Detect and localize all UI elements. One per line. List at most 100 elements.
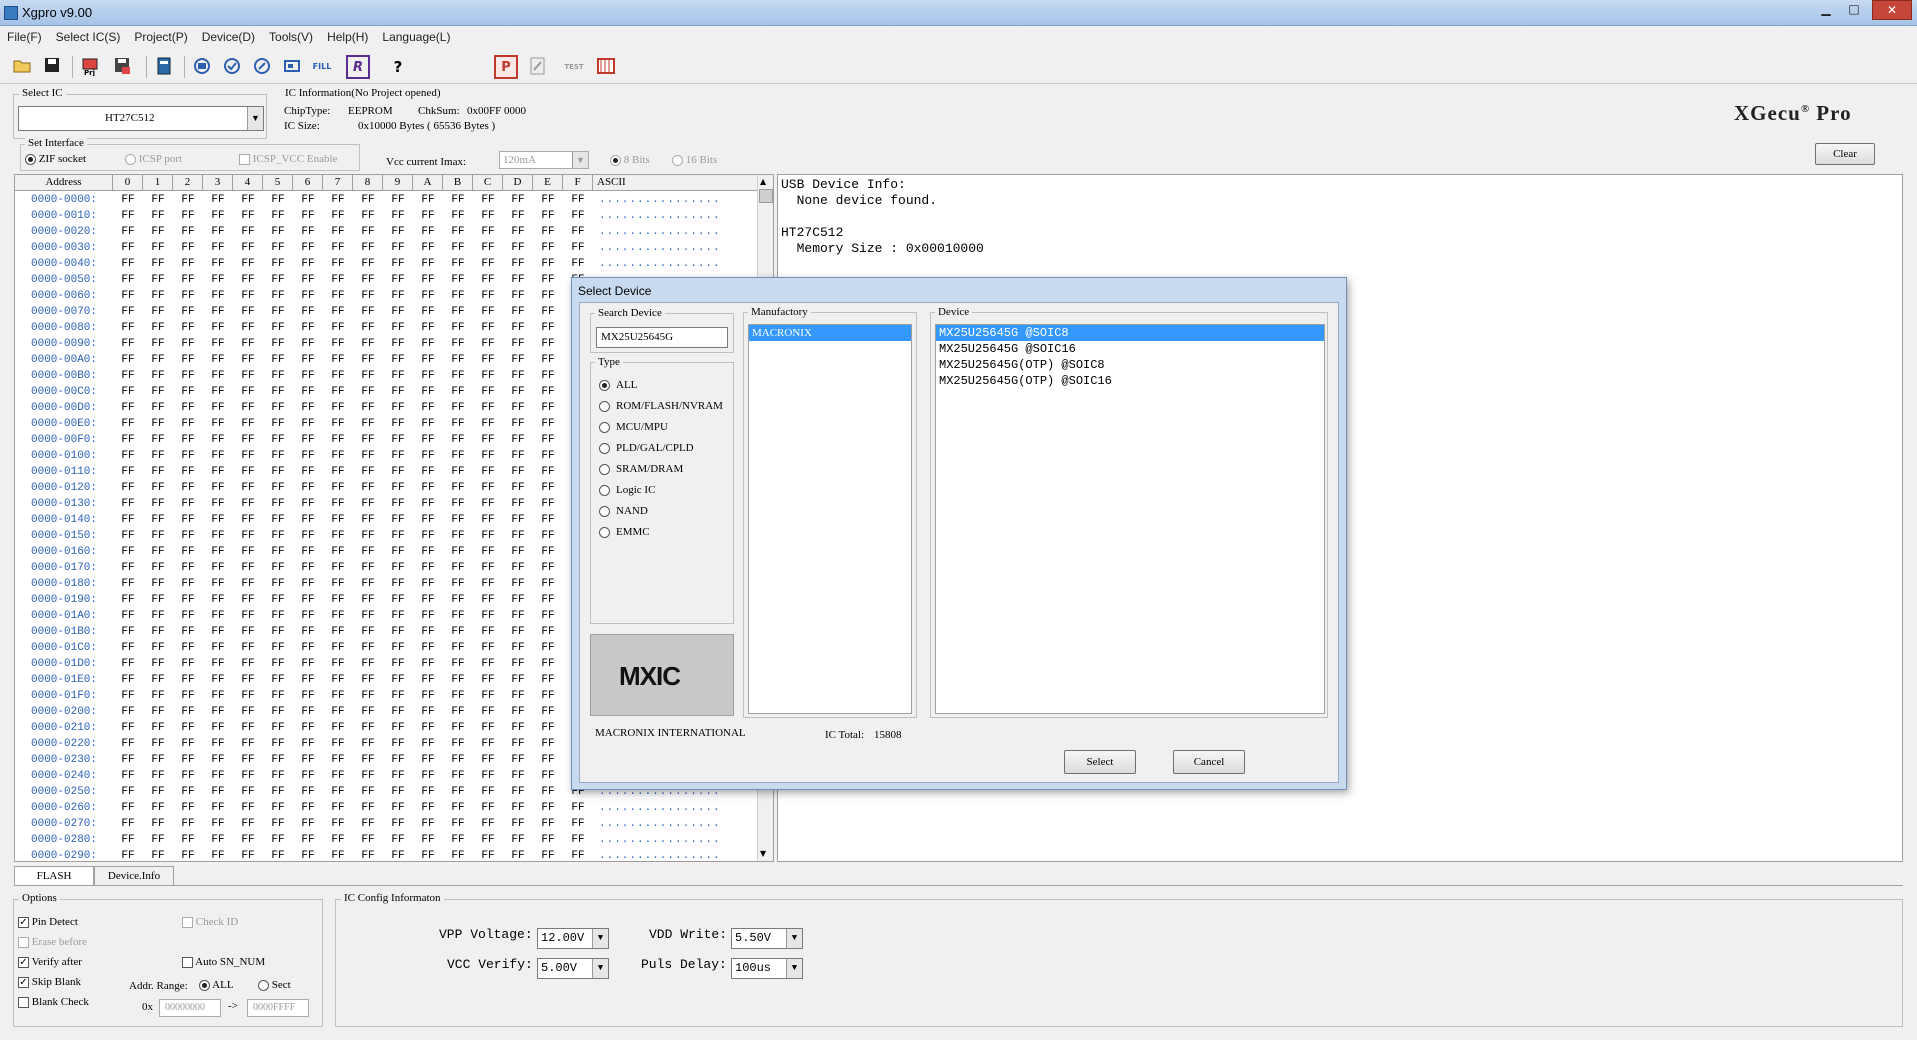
device-item[interactable]: MX25U25645G @SOIC16 xyxy=(936,341,1324,357)
hex-byte: FF xyxy=(121,402,135,414)
hex-byte: FF xyxy=(511,642,525,654)
help-icon[interactable]: ? xyxy=(386,55,410,79)
type-option-rom-flash[interactable]: ROM/FLASH/NVRAM xyxy=(599,400,723,412)
save-icon[interactable] xyxy=(40,55,64,79)
manufactory-list[interactable]: MACRONIX xyxy=(748,324,912,714)
type-option-sram[interactable]: SRAM/DRAM xyxy=(599,463,683,475)
minimize-button[interactable]: ▁ xyxy=(1813,0,1839,20)
chevron-down-icon[interactable]: ▼ xyxy=(592,959,608,978)
hex-byte: FF xyxy=(421,306,435,318)
menu-file[interactable]: File(F) xyxy=(0,27,49,47)
hex-byte: FF xyxy=(511,418,525,430)
hex-byte: FF xyxy=(511,722,525,734)
r-icon[interactable]: R xyxy=(346,55,370,79)
range-all-option[interactable]: ALL xyxy=(199,979,234,991)
scroll-thumb[interactable] xyxy=(759,189,773,203)
hex-byte: FF xyxy=(151,818,165,830)
vcc-verify-select[interactable]: 5.00V ▼ xyxy=(537,958,609,979)
type-option-emmc[interactable]: EMMC xyxy=(599,526,650,538)
chevron-down-icon[interactable]: ▼ xyxy=(247,107,263,130)
vdd-write-select[interactable]: 5.50V ▼ xyxy=(731,928,803,949)
manufactory-item[interactable]: MACRONIX xyxy=(749,325,911,341)
bits16-option[interactable]: 16 Bits xyxy=(672,154,717,166)
hex-byte: FF xyxy=(331,370,345,382)
edit-icon[interactable] xyxy=(526,55,550,79)
menu-tools[interactable]: Tools(V) xyxy=(262,27,320,47)
range-to-input[interactable]: 0000FFFF xyxy=(247,999,309,1017)
module-icon[interactable] xyxy=(594,55,618,79)
fill-icon[interactable]: FILL xyxy=(310,55,334,79)
chevron-down-icon[interactable]: ▼ xyxy=(786,929,802,948)
tab-flash[interactable]: FLASH xyxy=(14,866,94,886)
close-button[interactable]: ✕ xyxy=(1872,0,1912,20)
window-title: Xgpro v9.00 xyxy=(22,5,93,20)
menu-project[interactable]: Project(P) xyxy=(127,27,194,47)
type-option-all[interactable]: ALL xyxy=(599,379,637,391)
hex-byte: FF xyxy=(271,642,285,654)
test-icon[interactable]: TEST xyxy=(562,55,586,79)
type-option-logic[interactable]: Logic IC xyxy=(599,484,655,496)
hex-byte: FF xyxy=(361,498,375,510)
hex-byte: FF xyxy=(301,610,315,622)
select-ic-combo[interactable]: HT27C512 ▼ xyxy=(18,106,264,131)
hex-byte: FF xyxy=(151,242,165,254)
chip-icon[interactable] xyxy=(152,55,176,79)
icsp-port-option[interactable]: ICSP port xyxy=(125,153,182,165)
device-list[interactable]: MX25U25645G @SOIC8 MX25U25645G @SOIC16 M… xyxy=(935,324,1325,714)
skip-blank-checkbox[interactable]: ✓ Skip Blank xyxy=(18,976,81,988)
blank-check-checkbox[interactable]: Blank Check xyxy=(18,996,89,1008)
pin-detect-checkbox[interactable]: ✓ Pin Detect xyxy=(18,916,78,928)
chevron-down-icon[interactable]: ▼ xyxy=(592,929,608,948)
icsp-vcc-checkbox[interactable]: ICSP_VCC Enable xyxy=(239,153,337,165)
hex-ascii-header: ASCII xyxy=(597,176,626,188)
tab-device-info[interactable]: Device.Info xyxy=(94,866,174,886)
cancel-button[interactable]: Cancel xyxy=(1173,750,1245,774)
open-icon[interactable] xyxy=(10,55,34,79)
vpp-voltage-select[interactable]: 12.00V ▼ xyxy=(537,928,609,949)
verify-after-checkbox[interactable]: ✓ Verify after xyxy=(18,956,82,968)
hex-byte: FF xyxy=(241,722,255,734)
hex-byte: FF xyxy=(451,690,465,702)
puls-delay-select[interactable]: 100us ▼ xyxy=(731,958,803,979)
select-button[interactable]: Select xyxy=(1064,750,1136,774)
range-sect-option[interactable]: Sect xyxy=(258,979,291,991)
vcc-current-combo[interactable]: 120mA ▼ xyxy=(499,151,589,169)
hex-byte: FF xyxy=(511,578,525,590)
erase-icon[interactable] xyxy=(280,55,304,79)
check-id-checkbox[interactable]: Check ID xyxy=(182,916,238,928)
save-project-icon[interactable] xyxy=(110,55,134,79)
clear-button[interactable]: Clear xyxy=(1815,143,1875,165)
hex-byte: FF xyxy=(151,226,165,238)
erase-before-checkbox[interactable]: Erase before xyxy=(18,936,87,948)
menu-language[interactable]: Language(L) xyxy=(375,27,457,47)
hex-byte: FF xyxy=(451,290,465,302)
menu-device[interactable]: Device(D) xyxy=(195,27,262,47)
chevron-down-icon[interactable]: ▼ xyxy=(786,959,802,978)
type-option-mcu[interactable]: MCU/MPU xyxy=(599,421,668,433)
program-icon[interactable] xyxy=(250,55,274,79)
p-icon[interactable]: P xyxy=(494,55,518,79)
device-item[interactable]: MX25U25645G(OTP) @SOIC8 xyxy=(936,357,1324,373)
maximize-button[interactable]: □ xyxy=(1841,0,1867,20)
hex-byte: FF xyxy=(541,562,555,574)
type-option-pld[interactable]: PLD/GAL/CPLD xyxy=(599,442,694,454)
verify-icon[interactable] xyxy=(220,55,244,79)
chevron-down-icon[interactable]: ▼ xyxy=(572,152,588,168)
menu-select-ic[interactable]: Select IC(S) xyxy=(49,27,128,47)
hex-byte: FF xyxy=(211,322,225,334)
range-from-input[interactable]: 00000000 xyxy=(159,999,221,1017)
logo-suffix: Pro xyxy=(1816,101,1852,125)
project-icon[interactable]: Prj xyxy=(78,55,102,79)
type-option-nand[interactable]: NAND xyxy=(599,505,648,517)
zif-socket-option[interactable]: ZIF socket xyxy=(25,153,86,165)
search-device-input[interactable]: MX25U25645G xyxy=(596,327,728,348)
scroll-up-icon[interactable]: ▲ xyxy=(760,177,766,186)
hex-address: 0000-0220: xyxy=(31,738,98,750)
device-item[interactable]: MX25U25645G @SOIC8 xyxy=(936,325,1324,341)
read-icon[interactable] xyxy=(190,55,214,79)
device-item[interactable]: MX25U25645G(OTP) @SOIC16 xyxy=(936,373,1324,389)
bits8-option[interactable]: 8 Bits xyxy=(610,154,650,166)
menu-help[interactable]: Help(H) xyxy=(320,27,375,47)
scroll-down-icon[interactable]: ▼ xyxy=(760,849,766,858)
auto-sn-checkbox[interactable]: Auto SN_NUM xyxy=(182,956,265,968)
